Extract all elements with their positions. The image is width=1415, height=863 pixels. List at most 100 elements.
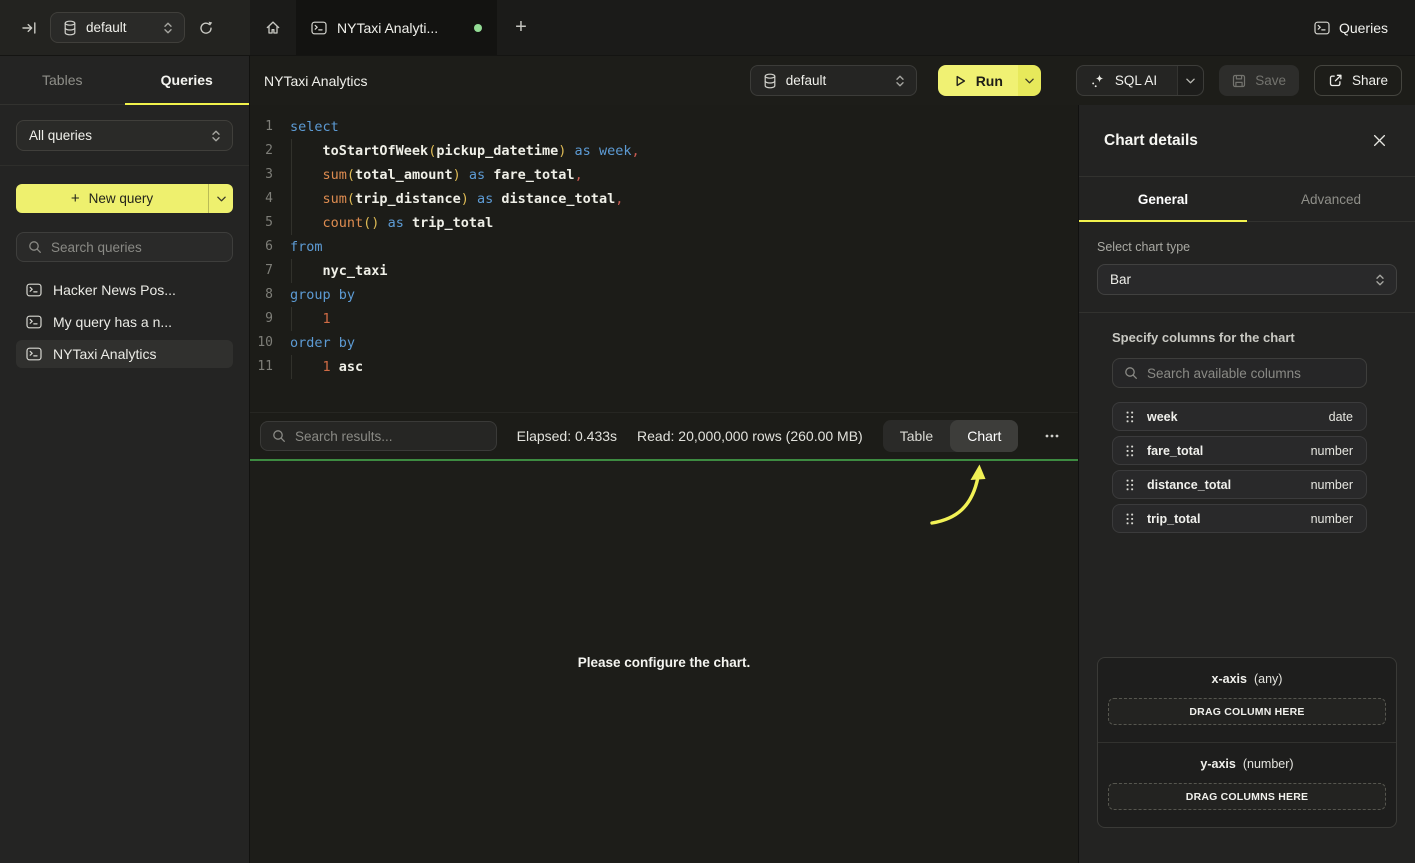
tab-tables[interactable]: Tables <box>0 56 125 104</box>
sidebar-query-item[interactable]: NYTaxi Analytics <box>16 340 233 368</box>
new-query-dropdown[interactable] <box>208 184 233 213</box>
panel-header: Chart details <box>1079 105 1415 177</box>
queries-menu-label: Queries <box>1339 20 1388 36</box>
plus-icon: + <box>71 190 80 207</box>
panel-title: Chart details <box>1104 132 1198 150</box>
share-label: Share <box>1352 73 1388 88</box>
queries-menu-button[interactable]: Queries <box>1314 0 1415 55</box>
topbar-left-controls: default <box>0 0 250 55</box>
sql-editor[interactable]: 1select2 toStartOfWeek(pickup_datetime) … <box>250 105 1078 412</box>
play-icon <box>953 74 967 88</box>
search-results-input[interactable] <box>295 429 485 444</box>
view-tab-table[interactable]: Table <box>883 420 950 452</box>
panel-body: Select chart type Bar Specify columns fo… <box>1079 222 1415 863</box>
chevron-down-icon <box>217 196 226 202</box>
query-filter-select[interactable]: All queries <box>16 120 233 151</box>
drag-handle-icon[interactable] <box>1126 479 1134 491</box>
pin-sidebar-button[interactable] <box>21 20 37 36</box>
view-tab-chart[interactable]: Chart <box>950 420 1018 452</box>
panel-tab-advanced[interactable]: Advanced <box>1247 177 1415 221</box>
search-queries-input[interactable] <box>51 240 221 255</box>
sql-ai-main[interactable]: SQL AI <box>1077 66 1168 95</box>
line-number: 10 <box>250 331 286 355</box>
run-button[interactable]: Run <box>938 65 1041 96</box>
header-database-value: default <box>786 73 827 88</box>
panel-tab-general[interactable]: General <box>1079 177 1247 221</box>
column-type: number <box>1311 478 1353 492</box>
new-tab-button[interactable]: + <box>497 0 545 55</box>
save-icon <box>1232 74 1246 88</box>
search-columns-field[interactable] <box>1112 358 1367 388</box>
search-columns-input[interactable] <box>1147 366 1355 381</box>
editor-split: 1select2 toStartOfWeek(pickup_datetime) … <box>250 105 1415 863</box>
results-options-button[interactable] <box>1038 434 1066 438</box>
topbar-database-selector[interactable]: default <box>50 12 185 43</box>
updown-chevrons-icon <box>895 74 905 88</box>
x-axis-label-row: x-axis (any) <box>1108 672 1386 686</box>
y-axis-drop-zone[interactable]: DRAG COLUMNS HERE <box>1108 783 1386 810</box>
database-icon <box>763 73 777 89</box>
run-label: Run <box>976 73 1003 89</box>
line-number: 11 <box>250 355 286 379</box>
query-tab-nytaxi-analytics[interactable]: NYTaxi Analyti... <box>296 0 497 55</box>
columns-section: Specify columns for the chart weekdate f… <box>1112 330 1367 538</box>
column-chip-trip_total[interactable]: trip_totalnumber <box>1112 504 1367 533</box>
chart-type-label: Select chart type <box>1097 240 1397 254</box>
line-number: 4 <box>250 187 286 211</box>
column-chip-fare_total[interactable]: fare_totalnumber <box>1112 436 1367 465</box>
sql-ai-dropdown[interactable] <box>1177 66 1203 95</box>
code-text: order by <box>286 331 355 355</box>
close-icon <box>1373 134 1386 147</box>
sidebar-query-item[interactable]: Hacker News Pos... <box>16 276 233 304</box>
x-axis-hint: (any) <box>1254 672 1282 686</box>
workspace: Tables Queries All queries + New query <box>0 56 1415 863</box>
home-tab-button[interactable] <box>250 0 296 55</box>
sql-ai-button[interactable]: SQL AI <box>1076 65 1204 96</box>
y-axis-hint: (number) <box>1243 757 1294 771</box>
refresh-icon <box>198 20 214 36</box>
x-axis-drop-zone[interactable]: DRAG COLUMN HERE <box>1108 698 1386 725</box>
chart-result-area: Please configure the chart. <box>250 461 1078 863</box>
refresh-button[interactable] <box>198 20 214 36</box>
sql-ai-label: SQL AI <box>1115 73 1157 88</box>
run-options-dropdown[interactable] <box>1018 65 1041 96</box>
column-name: distance_total <box>1147 478 1231 492</box>
search-results-field[interactable] <box>260 421 497 451</box>
search-queries-field[interactable] <box>16 232 233 262</box>
sparkle-icon <box>1090 73 1106 89</box>
column-chip-week[interactable]: weekdate <box>1112 402 1367 431</box>
run-button-main[interactable]: Run <box>938 65 1018 96</box>
drag-handle-icon[interactable] <box>1126 445 1134 457</box>
line-number: 8 <box>250 283 286 307</box>
sidebar-query-item[interactable]: My query has a n... <box>16 308 233 336</box>
drag-handle-icon[interactable] <box>1126 513 1134 525</box>
code-line: 7 nyc_taxi <box>250 259 1078 283</box>
sidebar-actions: + New query <box>0 166 249 217</box>
code-line: 10order by <box>250 331 1078 355</box>
code-text: 1 asc <box>286 355 363 379</box>
updown-chevrons-icon <box>1375 273 1385 287</box>
query-header: NYTaxi Analytics default Run <box>250 56 1415 105</box>
sidebar-search-section <box>0 217 249 264</box>
updown-chevrons-icon <box>211 129 221 143</box>
share-button[interactable]: Share <box>1314 65 1402 96</box>
close-panel-button[interactable] <box>1369 130 1390 151</box>
line-number: 3 <box>250 163 286 187</box>
tab-queries[interactable]: Queries <box>125 56 250 104</box>
new-query-button[interactable]: + New query <box>16 184 233 213</box>
column-chip-distance_total[interactable]: distance_total number <box>1112 470 1367 499</box>
code-text: toStartOfWeek(pickup_datetime) as week, <box>286 139 640 163</box>
chart-type-select[interactable]: Bar <box>1097 264 1397 295</box>
new-query-main[interactable]: + New query <box>16 184 208 213</box>
search-icon <box>1124 366 1138 380</box>
axes-config-box: x-axis (any) DRAG COLUMN HERE y-axis (nu… <box>1097 657 1397 828</box>
console-icon <box>311 21 327 35</box>
header-database-selector[interactable]: default <box>750 65 917 96</box>
queries-icon <box>1314 21 1330 35</box>
y-axis-label-row: y-axis (number) <box>1108 757 1386 771</box>
column-name: fare_total <box>1147 444 1203 458</box>
code-line: 5 count() as trip_total <box>250 211 1078 235</box>
drag-handle-icon[interactable] <box>1126 411 1134 423</box>
code-line: 3 sum(total_amount) as fare_total, <box>250 163 1078 187</box>
save-button[interactable]: Save <box>1219 65 1299 96</box>
